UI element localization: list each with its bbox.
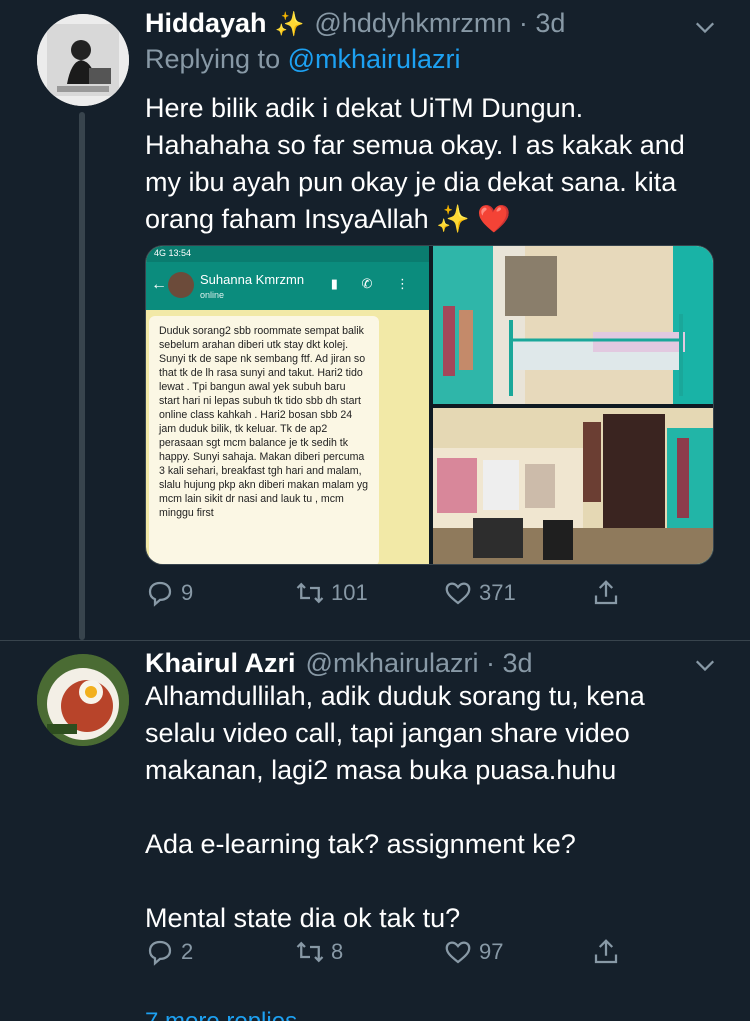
retweet-button[interactable]: 8 xyxy=(295,937,343,967)
tweet-header: Hiddayah ✨ @hddyhkmrzmn · 3d xyxy=(145,8,565,44)
tweet-khairul-azri[interactable]: Khairul Azri @mkhairulazri · 3d Alhamdul… xyxy=(0,640,750,1021)
share-icon xyxy=(594,580,618,605)
retweet-icon xyxy=(296,582,324,604)
chevron-down-icon[interactable] xyxy=(694,16,716,38)
display-name[interactable]: Khairul Azri xyxy=(145,648,296,679)
chat-contact-status: online xyxy=(200,290,225,300)
chevron-down-icon[interactable] xyxy=(694,654,716,676)
media-grid[interactable]: 4G 13:54 ← Suhanna Kmrzmn online ▮ ✆ ⋮ D… xyxy=(145,245,714,565)
retweet-count: 101 xyxy=(331,580,368,605)
avatar[interactable] xyxy=(37,14,129,106)
chat-contact-name: Suhanna Kmrzmn xyxy=(200,272,305,287)
reply-count: 9 xyxy=(181,580,194,605)
heart-icon xyxy=(445,582,471,605)
divider xyxy=(0,640,750,641)
reply-button[interactable]: 9 xyxy=(145,578,193,608)
sparkle-emoji: ✨ xyxy=(274,11,305,38)
retweet-button[interactable]: 101 xyxy=(295,578,368,608)
avatar[interactable] xyxy=(37,654,129,746)
chat-screenshot-image[interactable]: 4G 13:54 ← Suhanna Kmrzmn online ▮ ✆ ⋮ D… xyxy=(146,246,429,564)
tweet-hiddayah[interactable]: Hiddayah ✨ @hddyhkmrzmn · 3d Replying to… xyxy=(0,0,750,640)
display-name[interactable]: Hiddayah xyxy=(145,8,267,39)
reply-handle-link[interactable]: @mkhairulazri xyxy=(288,44,461,74)
thread-line xyxy=(79,112,85,640)
room-photo-desk[interactable] xyxy=(433,408,713,564)
chat-call-icons: ▮ ✆ ⋮ xyxy=(330,276,419,291)
like-button[interactable]: 371 xyxy=(443,578,516,608)
back-arrow-icon: ← xyxy=(151,276,167,293)
chat-header: ← Suhanna Kmrzmn online ▮ ✆ ⋮ xyxy=(146,262,429,310)
share-button[interactable] xyxy=(591,937,621,967)
reply-count: 2 xyxy=(181,939,194,964)
heart-icon xyxy=(445,941,471,964)
share-button[interactable] xyxy=(591,578,621,608)
sparkle-emoji: ✨ xyxy=(436,204,470,234)
handle-time[interactable]: @hddyhkmrzmn · 3d xyxy=(314,8,565,39)
tweet-actions: 2 8 97 xyxy=(145,937,645,973)
like-count: 371 xyxy=(479,580,516,605)
replying-to: Replying to @mkhairulazri xyxy=(145,44,461,74)
share-icon xyxy=(594,939,618,964)
like-count: 97 xyxy=(479,939,504,964)
room-photo-bed[interactable] xyxy=(433,246,713,404)
chat-message: Duduk sorang2 sbb roommate sempat balik … xyxy=(149,316,379,564)
tweet-actions: 9 101 371 xyxy=(145,578,645,614)
tweet-text: Here bilik adik i dekat UiTM Dungun. Hah… xyxy=(145,93,685,234)
more-replies-link[interactable]: 7 more replies xyxy=(145,1008,297,1021)
reply-icon xyxy=(148,940,172,966)
like-button[interactable]: 97 xyxy=(443,937,503,967)
reply-button[interactable]: 2 xyxy=(145,937,193,967)
retweet-count: 8 xyxy=(331,939,344,964)
phone-status-bar: 4G 13:54 xyxy=(146,246,429,262)
retweet-icon xyxy=(296,941,324,963)
reply-icon xyxy=(148,581,172,607)
chat-avatar xyxy=(168,272,194,298)
tweet-text: Alhamdullilah, adik duduk sorang tu, ken… xyxy=(145,681,645,933)
heart-emoji: ❤️ xyxy=(477,204,511,234)
handle-time[interactable]: @mkhairulazri · 3d xyxy=(306,648,533,679)
